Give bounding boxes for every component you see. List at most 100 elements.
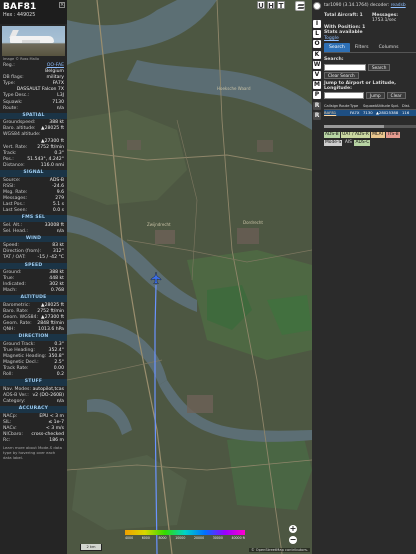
zoom-in-button[interactable]: +	[289, 525, 297, 533]
info-row-value: 116.0 nmi	[40, 162, 64, 168]
legend-uat-ads-r: UAT / ADS-R	[341, 132, 370, 139]
map-button-t[interactable]: T	[277, 1, 285, 10]
info-row-value: n/a	[56, 399, 64, 405]
tab-columns[interactable]: Columns	[374, 43, 404, 52]
sidebar-button-m[interactable]: M	[313, 81, 321, 90]
zoom-out-button[interactable]: −	[289, 536, 297, 544]
tab-filters[interactable]: Filters	[350, 43, 374, 52]
aircraft-table: Callsign Route Type Squawk Altitude Spd. Dist.…	[324, 103, 416, 117]
route-row: Route: n/a	[0, 106, 67, 112]
map-button-h[interactable]: H	[267, 1, 275, 10]
legend-mlat: MLAT	[371, 132, 385, 139]
clear-search-button[interactable]: Clear Search	[324, 72, 359, 80]
info-row-value: -15 / -42 °C	[37, 255, 64, 261]
table-cell-callsign[interactable]: BAF81	[324, 110, 339, 116]
info-row-label[interactable]: Distance:	[3, 163, 25, 169]
close-icon[interactable]: ×	[59, 2, 65, 8]
info-row-label[interactable]: Last Seen:	[3, 208, 27, 214]
aircraft-info-panel: BAF81 Hex : 449025 × Image © Ross Mallo …	[0, 0, 67, 554]
column-header[interactable]: Squawk	[363, 103, 376, 109]
sidebar-button-r[interactable]: R	[313, 111, 321, 120]
search-label: Search:	[324, 57, 344, 63]
table-horizontal-scrollbar[interactable]	[324, 125, 416, 129]
app-title-decoder: decoder:	[370, 3, 390, 8]
info-row-label[interactable]: TAT / OAT:	[3, 255, 26, 261]
aircraft-callsign: BAF81	[3, 2, 37, 12]
route-value: n/a	[56, 105, 64, 111]
section-header-speed: SPEED	[0, 262, 67, 270]
column-header[interactable]: Dist.	[402, 103, 414, 109]
map-canvas: Hoeksche Waard Dordrecht Zwijndrecht	[67, 0, 312, 554]
jump-row: Jump Clear	[324, 92, 416, 100]
app-title: tar1090 (3.14.1764) decoder: readsb	[324, 0, 416, 9]
info-row: QNH: 1013.6 hPa	[0, 327, 67, 333]
tar1090-app: BAF81 Hex : 449025 × Image © Ross Mallo …	[0, 0, 416, 554]
settings-gear-icon[interactable]	[313, 2, 321, 10]
legend-tis-b: TIS-B	[386, 132, 400, 139]
clear-search-row: Clear Search	[324, 72, 416, 80]
info-row: Category: n/a	[0, 399, 67, 405]
info-row-label[interactable]: Roll:	[3, 372, 13, 378]
column-header[interactable]: Callsign	[324, 103, 339, 109]
jump-label: Jump to Airport or Latitude, Longitude:	[324, 81, 396, 92]
search-input[interactable]	[324, 64, 366, 72]
column-header[interactable]: Type	[350, 103, 363, 109]
info-row-label[interactable]: Category:	[3, 399, 25, 405]
sidebar-button-o[interactable]: O	[313, 40, 321, 49]
info-row: TAT / OAT: -15 / -42 °C	[0, 255, 67, 261]
stats-toggle-link[interactable]: Toggle	[324, 36, 416, 41]
section-header-signal: SIGNAL	[0, 170, 67, 177]
section-header-direction: DIRECTION	[0, 334, 67, 341]
map-view[interactable]: Hoeksche Waard Dordrecht Zwijndrecht U H…	[67, 0, 312, 554]
altitude-tick: 6000	[141, 536, 150, 540]
info-header: BAF81 Hex : 449025 ×	[0, 0, 67, 24]
sidebar-button-k[interactable]: K	[313, 50, 321, 59]
info-row-value: n/a	[56, 228, 64, 234]
info-row: Distance: 116.0 nmi	[0, 163, 67, 169]
legend-mode-s: Mode-S	[324, 139, 343, 146]
total-aircraft: Total Aircraft: 1	[324, 13, 363, 18]
column-header[interactable]: Altitude	[376, 103, 391, 109]
search-button[interactable]: Search	[368, 64, 391, 72]
column-header[interactable]: Route	[339, 103, 350, 109]
section-header-spatial: SPATIAL	[0, 112, 67, 120]
info-row: Roll: 0.2	[0, 372, 67, 378]
section-header-altitude: ALTITUDE	[0, 295, 67, 302]
aircraft-photo[interactable]	[2, 26, 65, 56]
section-header-wind: WIND	[0, 235, 67, 243]
info-row-label[interactable]: WGS84 altitude:	[3, 132, 41, 138]
map-attribution[interactable]: © OpenStreetMap contributors.	[249, 548, 310, 552]
legend-ads-c: ADS-C	[354, 139, 371, 146]
altitude-legend-ticks: 4000 6000 8000 10000 20000 30000 40000 ft	[125, 536, 245, 540]
table-row[interactable]: BAF81 FA7X 7130 ▲28025 388 116	[324, 110, 416, 117]
route-label: Route:	[3, 105, 18, 111]
column-header[interactable]: Spd.	[391, 103, 402, 109]
sidebar-button-r[interactable]: R	[313, 101, 321, 110]
altitude-color-legend	[125, 530, 245, 535]
jump-input[interactable]	[324, 92, 364, 100]
sidebar-button-w[interactable]: W	[313, 60, 321, 69]
sidebar-button-l[interactable]: L	[313, 30, 321, 39]
type-label: Type:	[3, 81, 16, 87]
decoder-link[interactable]: readsb	[391, 3, 406, 8]
clear-jump-button[interactable]: Clear	[386, 92, 406, 100]
table-cell-route	[339, 110, 350, 116]
info-row-label[interactable]: Rc:	[3, 438, 10, 444]
map-button-u[interactable]: U	[257, 1, 265, 10]
layers-icon[interactable]	[295, 1, 305, 11]
table-header: Callsign Route Type Squawk Altitude Spd. Dist.	[324, 103, 416, 111]
jump-button[interactable]: Jump	[366, 92, 385, 100]
sidebar-button-p[interactable]: P	[313, 91, 321, 100]
info-row-label[interactable]: QNH:	[3, 327, 15, 333]
aircraft-photo-wing	[22, 40, 40, 43]
tab-search[interactable]: Search	[324, 43, 350, 53]
altitude-tick: 30000	[212, 536, 223, 540]
info-row-label[interactable]: Sel. Head.:	[3, 229, 28, 235]
place-label-zwijndrecht: Zwijndrecht	[147, 222, 171, 227]
sidebar-button-v[interactable]: V	[313, 70, 321, 79]
sidebar-button-i[interactable]: I	[313, 20, 321, 28]
info-sections: SPATIAL Groundspeed: 388 kt Baro. altitude:…	[0, 112, 67, 444]
altitude-tick: 4000	[125, 536, 134, 540]
info-row-label[interactable]: Mach:	[3, 288, 17, 294]
sidebar-body: tar1090 (3.14.1764) decoder: readsb Tota…	[324, 0, 416, 146]
